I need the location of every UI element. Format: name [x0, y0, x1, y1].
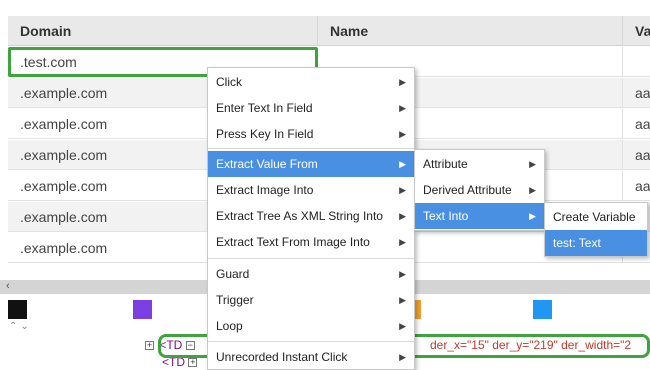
submenu-arrow-icon: ▶ [399, 185, 406, 195]
value-cell[interactable] [623, 47, 650, 77]
menu-item-enter-text[interactable]: Enter Text In Field ▶ [208, 95, 414, 121]
color-swatch[interactable] [133, 300, 152, 319]
value-cell[interactable]: aa [623, 109, 650, 139]
scroll-left-icon[interactable]: ‹ [6, 280, 10, 292]
menu-separator [208, 148, 414, 149]
table-header: Domain Name Va [8, 16, 650, 46]
expand-icon[interactable]: + [145, 341, 154, 351]
menu-item-extract-value[interactable]: Extract Value From ▶ [208, 151, 414, 177]
menu-item-attribute[interactable]: Attribute ▶ [415, 151, 544, 177]
submenu-arrow-icon: ▶ [399, 129, 406, 139]
submenu-arrow-icon: ▶ [399, 77, 406, 87]
column-header-value[interactable]: Va [623, 16, 650, 46]
submenu-arrow-icon: ▶ [399, 352, 406, 362]
menu-item-loop[interactable]: Loop ▶ [208, 313, 414, 339]
text-into-submenu: Create Variable test: Text [544, 202, 648, 257]
submenu-arrow-icon: ▶ [529, 185, 536, 195]
menu-item-guard[interactable]: Guard ▶ [208, 261, 414, 287]
color-swatch[interactable] [533, 300, 552, 319]
submenu-arrow-icon: ▶ [399, 295, 406, 305]
menu-item-text-into[interactable]: Text Into ▶ [415, 203, 544, 229]
extract-submenu: Attribute ▶ Derived Attribute ▶ Text Into ▶ [414, 149, 545, 231]
value-cell[interactable]: aa [623, 171, 650, 201]
menu-item-extract-tree[interactable]: Extract Tree As XML String Into ▶ [208, 203, 414, 229]
menu-item-press-key[interactable]: Press Key In Field ▶ [208, 121, 414, 147]
expand-icon[interactable]: + [188, 358, 198, 368]
menu-separator [208, 258, 414, 259]
menu-item-trigger[interactable]: Trigger ▶ [208, 287, 414, 313]
column-header-name[interactable]: Name [318, 16, 623, 46]
menu-separator [208, 341, 414, 342]
submenu-arrow-icon: ▶ [529, 211, 536, 221]
context-menu: Click ▶ Enter Text In Field ▶ Press Key In… [207, 67, 415, 370]
column-header-domain[interactable]: Domain [8, 16, 318, 46]
color-swatch[interactable] [8, 300, 27, 319]
submenu-arrow-icon: ▶ [399, 321, 406, 331]
submenu-arrow-icon: ▶ [399, 211, 406, 221]
submenu-arrow-icon: ▶ [399, 103, 406, 113]
collapse-toggle-icon[interactable]: ⌃⌄ [9, 321, 32, 332]
menu-item-create-variable[interactable]: Create Variable [545, 204, 647, 230]
submenu-arrow-icon: ▶ [399, 237, 406, 247]
menu-item-derived-attribute[interactable]: Derived Attribute ▶ [415, 177, 544, 203]
submenu-arrow-icon: ▶ [399, 159, 406, 169]
menu-item-extract-image[interactable]: Extract Image Into ▶ [208, 177, 414, 203]
submenu-arrow-icon: ▶ [529, 159, 536, 169]
value-cell[interactable]: aa [623, 140, 650, 170]
color-swatch[interactable] [415, 300, 421, 319]
submenu-arrow-icon: ▶ [399, 269, 406, 279]
value-cell[interactable]: aa [623, 78, 650, 108]
menu-item-extract-text-image[interactable]: Extract Text From Image Into ▶ [208, 229, 414, 255]
menu-item-click[interactable]: Click ▶ [208, 69, 414, 95]
menu-item-test-text[interactable]: test: Text [545, 230, 647, 256]
menu-item-unrecorded-click[interactable]: Unrecorded Instant Click ▶ [208, 344, 414, 370]
